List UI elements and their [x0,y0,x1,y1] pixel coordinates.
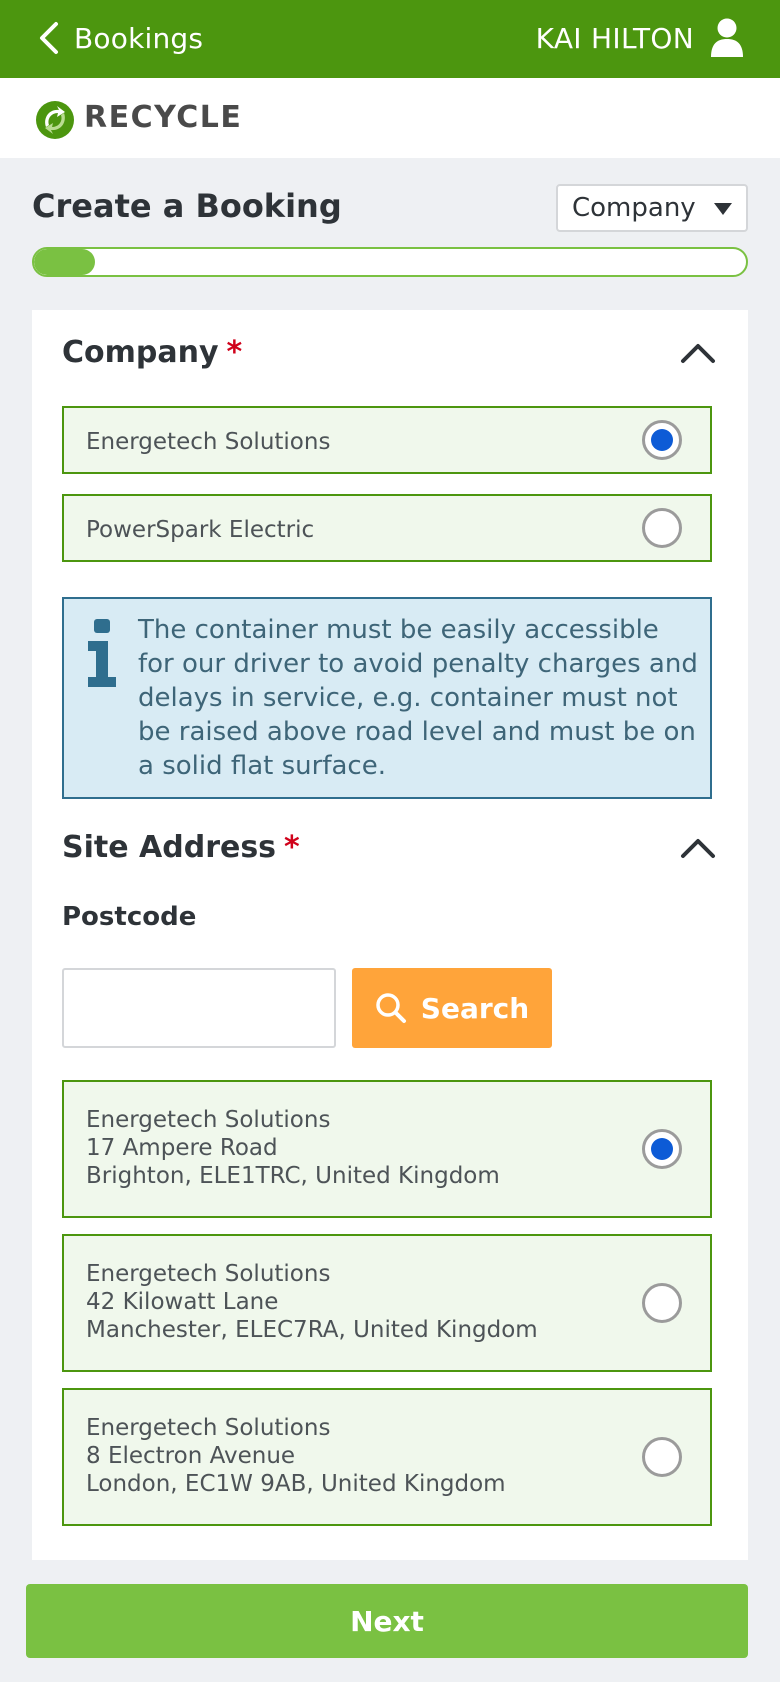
address-radio[interactable] [642,1129,682,1169]
user-name: KAI HILTON [535,21,694,55]
chevron-up-icon[interactable] [680,836,716,860]
address-text: Energetech Solutions 17 Ampere Road Brig… [86,1106,500,1190]
company-section-title: Company [62,335,219,370]
address-text: Energetech Solutions 42 Kilowatt Lane Ma… [86,1260,538,1344]
user-menu[interactable]: KAI HILTON [536,16,744,60]
info-notice: The container must be easily accessible … [62,597,712,799]
progress-bar [32,247,748,277]
address-option[interactable]: Energetech Solutions 8 Electron Avenue L… [62,1388,712,1526]
address-line-city: Brighton, ELE1TRC, United Kingdom [86,1163,500,1189]
address-line-street: 8 Electron Avenue [86,1443,296,1469]
next-button[interactable]: Next [26,1584,748,1658]
address-line-company: Energetech Solutions [86,1261,331,1287]
search-button[interactable]: Search [352,968,552,1048]
brand-bar: RECYCLE [0,78,780,158]
search-button-label: Search [420,991,530,1025]
next-button-label: Next [350,1604,424,1638]
company-radio-energetech[interactable] [642,420,682,460]
back-button[interactable]: Bookings [38,18,203,58]
chevron-left-icon [40,22,58,54]
search-icon [376,993,406,1023]
booking-type-value: Company [572,193,696,223]
address-line-street: 42 Kilowatt Lane [86,1289,279,1315]
brand-name: RECYCLE [84,100,243,135]
info-icon [88,619,116,687]
site-address-section-title: Site Address [62,830,277,865]
address-radio[interactable] [642,1283,682,1323]
company-section-header[interactable]: Company * [62,335,718,375]
booking-type-select[interactable]: Company [556,184,748,232]
address-line-company: Energetech Solutions [86,1107,331,1133]
address-line-street: 17 Ampere Road [86,1135,278,1161]
required-mark: * [226,335,243,370]
info-notice-text: The container must be easily accessible … [138,615,698,781]
page-title: Create a Booking [32,187,342,225]
company-option-powerspark[interactable]: PowerSpark Electric [62,494,712,562]
site-address-section-header[interactable]: Site Address * [62,830,718,870]
address-option[interactable]: Energetech Solutions 42 Kilowatt Lane Ma… [62,1234,712,1372]
address-line-company: Energetech Solutions [86,1415,331,1441]
booking-form-card: Company * Energetech Solutions PowerSpark… [32,310,748,1560]
address-option[interactable]: Energetech Solutions 17 Ampere Road Brig… [62,1080,712,1218]
address-line-city: Manchester, ELEC7RA, United Kingdom [86,1317,538,1343]
recycle-logo-icon [36,101,74,139]
top-app-bar: Bookings KAI HILTON [0,0,780,78]
postcode-input[interactable] [62,968,336,1048]
user-icon [711,18,743,57]
company-option-energetech[interactable]: Energetech Solutions [62,406,712,474]
company-option-label: Energetech Solutions [86,429,331,455]
chevron-up-icon[interactable] [680,341,716,365]
required-mark: * [284,830,300,865]
company-radio-powerspark[interactable] [642,508,682,548]
postcode-label: Postcode [62,902,197,932]
company-option-label: PowerSpark Electric [86,517,315,543]
address-line-city: London, EC1W 9AB, United Kingdom [86,1471,506,1497]
back-label: Bookings [74,21,204,55]
progress-fill [34,249,95,275]
address-text: Energetech Solutions 8 Electron Avenue L… [86,1414,506,1498]
caret-down-icon [714,203,732,215]
address-radio[interactable] [642,1437,682,1477]
